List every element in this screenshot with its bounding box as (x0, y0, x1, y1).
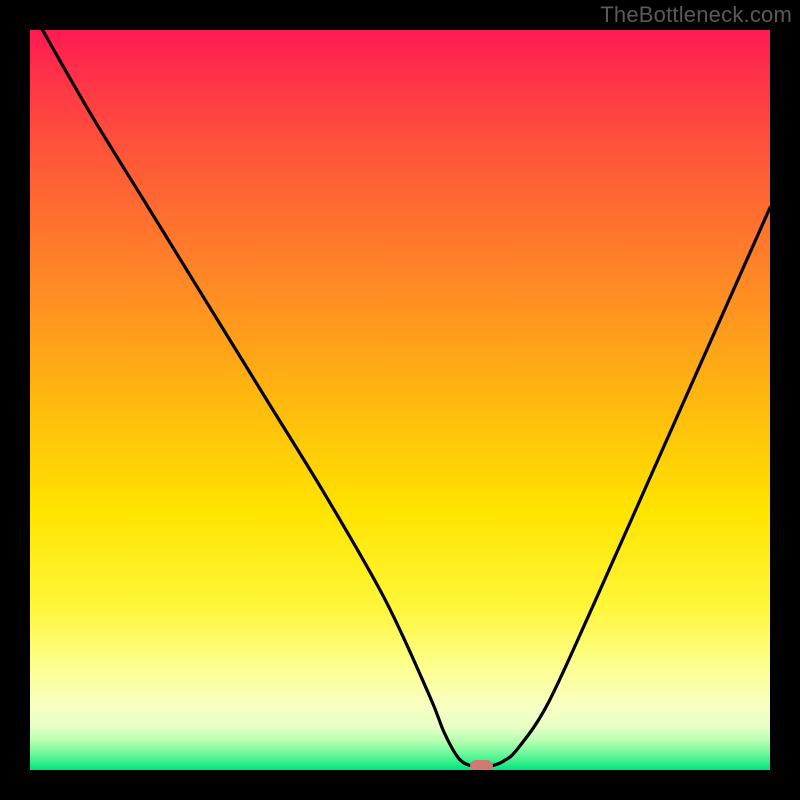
bottleneck-curve (30, 30, 770, 767)
optimal-marker (470, 760, 494, 770)
chart-frame: TheBottleneck.com (0, 0, 800, 800)
curve-layer (30, 30, 770, 770)
watermark-text: TheBottleneck.com (600, 2, 792, 28)
plot-area (30, 30, 770, 770)
